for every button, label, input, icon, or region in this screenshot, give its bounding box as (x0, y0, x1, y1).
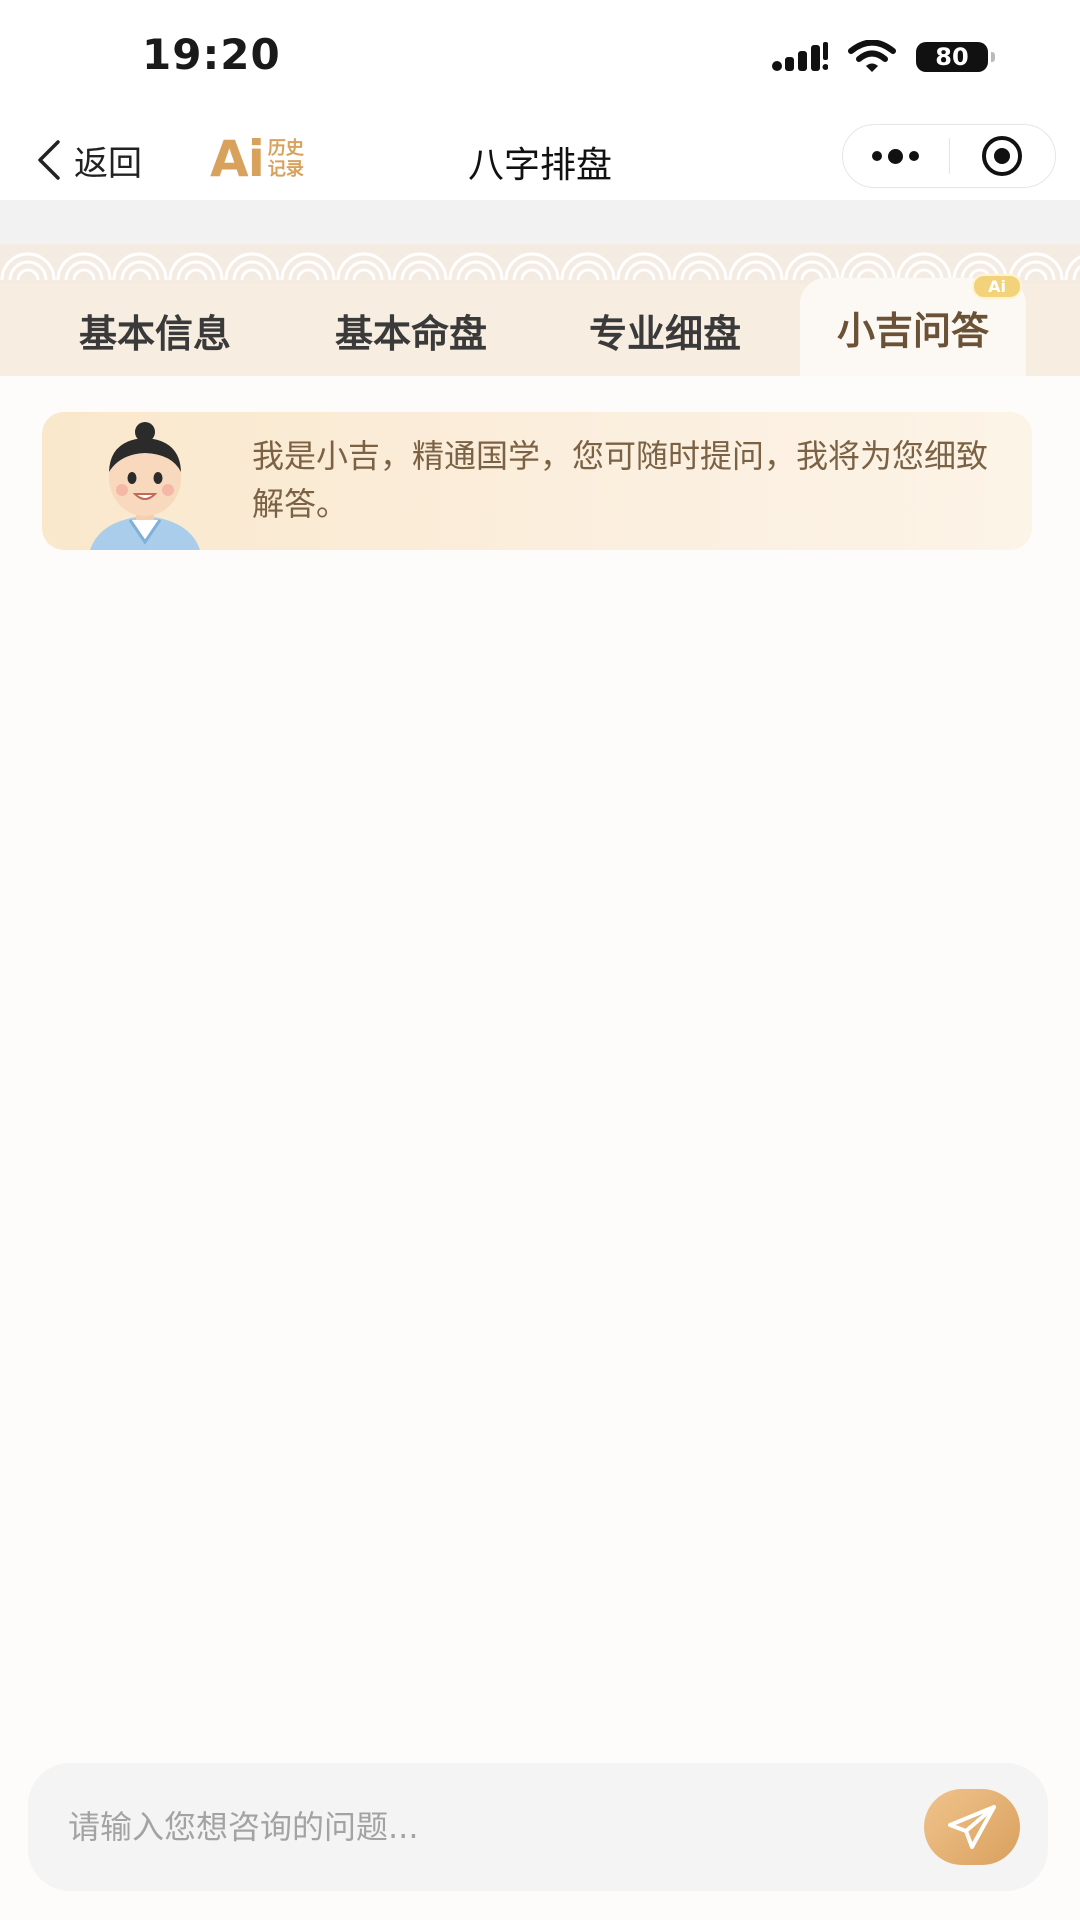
wifi-icon (848, 40, 896, 72)
tab-label: 小吉问答 (836, 308, 989, 353)
status-icons: 80 (772, 40, 995, 74)
mini-program-capsule (842, 124, 1056, 188)
decorative-wave-pattern (0, 200, 1080, 284)
battery-level: 80 (935, 43, 969, 71)
tab-xiaoji-qa[interactable]: 小吉问答 Ai (800, 274, 1026, 376)
chat-input-bar (28, 1763, 1048, 1891)
assistant-avatar (90, 422, 200, 550)
ai-badge: Ai (972, 274, 1022, 299)
more-dots-icon (872, 148, 920, 164)
status-time: 19:20 (142, 30, 281, 79)
send-button[interactable] (924, 1789, 1020, 1865)
tab-label: 基本信息 (78, 311, 231, 356)
more-button[interactable] (843, 125, 949, 187)
tab-basic-info[interactable]: 基本信息 (40, 284, 270, 376)
target-close-icon (982, 136, 1023, 176)
nav-bar: 返回 Ai 历史 记录 八字排盘 (0, 118, 1080, 200)
tabs-bar: 基本信息 基本命盘 专业细盘 小吉问答 Ai (0, 274, 1080, 376)
question-input[interactable] (68, 1791, 898, 1863)
close-program-button[interactable] (950, 125, 1056, 187)
tab-basic-chart[interactable]: 基本命盘 (296, 284, 526, 376)
battery-icon: 80 (916, 42, 995, 72)
tab-label: 基本命盘 (334, 311, 487, 356)
tab-pro-chart[interactable]: 专业细盘 (550, 284, 780, 376)
send-paper-plane-icon (948, 1805, 996, 1849)
assistant-intro-text: 我是小吉，精通国学，您可随时提问，我将为您细致解答。 (252, 437, 989, 523)
cellular-signal-icon (772, 42, 828, 71)
wave-pattern-icon (0, 244, 1080, 284)
status-bar: 19:20 80 (0, 0, 1080, 118)
assistant-intro-card: 我是小吉，精通国学，您可随时提问，我将为您细致解答。 (42, 412, 1032, 550)
tab-label: 专业细盘 (588, 311, 741, 356)
